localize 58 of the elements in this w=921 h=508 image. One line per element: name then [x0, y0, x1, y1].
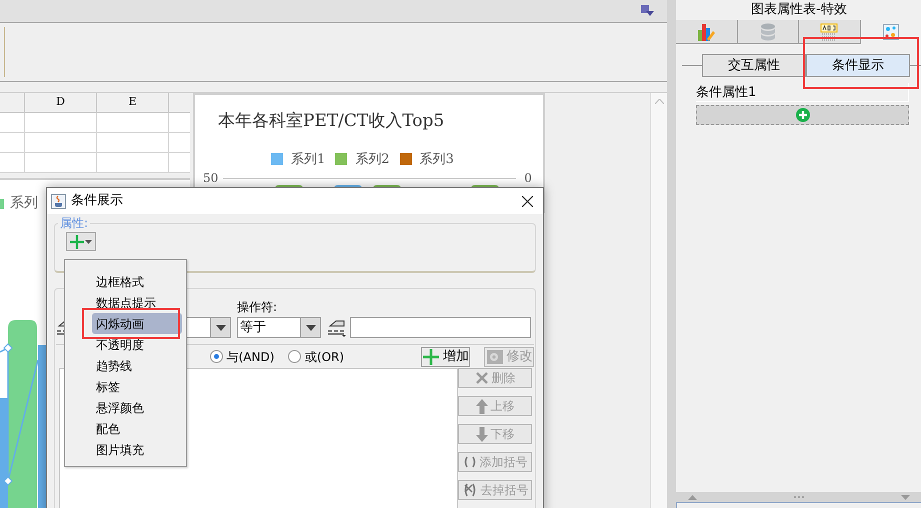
panel-tab[interactable] — [676, 20, 738, 43]
database-icon — [760, 22, 776, 40]
menu-item[interactable]: 悬浮颜色 — [96, 397, 182, 418]
add-condition-button[interactable] — [696, 105, 909, 125]
menu-item[interactable]: 配色 — [96, 418, 182, 439]
dropdown-arrow-button[interactable] — [210, 318, 230, 337]
up-arrow-icon — [476, 398, 488, 414]
close-icon — [474, 371, 488, 385]
menu-item[interactable]: 图片填充 — [96, 439, 182, 460]
panel-tab[interactable] — [738, 20, 799, 43]
chart-title: 本年各科室PET/CT收入Top5 — [218, 110, 446, 133]
menu-item[interactable]: 趋势线 — [96, 355, 182, 376]
legend-label: 系列3 — [420, 150, 454, 168]
menu-item[interactable]: 边框格式 — [96, 271, 182, 292]
label-icon — [820, 22, 838, 40]
group-label: 属性: — [58, 216, 90, 230]
menu-item[interactable]: 标签 — [96, 376, 182, 397]
caret-icon — [306, 324, 316, 330]
plus-icon — [422, 348, 440, 366]
dialog-title: 条件展示 — [71, 192, 123, 210]
panel-title: 图表属性表-特效 — [750, 1, 848, 20]
operator-label: 操作符: — [237, 299, 278, 314]
radio-option[interactable]: 或(OR) — [288, 348, 366, 366]
plus-icon — [70, 234, 84, 248]
legend-label: 系列1 — [291, 150, 326, 168]
dropdown-arrow-button[interactable] — [300, 318, 320, 337]
sub-tab[interactable]: 条件显示 — [806, 54, 910, 77]
panel-tab[interactable] — [799, 20, 860, 43]
section-title: 条件属性1 — [696, 83, 909, 102]
down-triangle-icon — [901, 494, 910, 500]
abc-hand-icon — [327, 318, 347, 336]
gear-icon — [486, 348, 504, 364]
up-caret-icon — [654, 99, 664, 104]
legend-label: 系列 — [10, 194, 38, 213]
caret-icon — [85, 240, 92, 244]
up-triangle-icon — [688, 494, 697, 500]
radio-option[interactable]: 与(AND) — [210, 348, 288, 366]
sub-tab[interactable]: 交互属性 — [702, 54, 806, 77]
column-header[interactable]: D — [25, 93, 97, 112]
bar-chart-pencil-icon — [696, 22, 716, 42]
action-button[interactable]: 增加 — [420, 346, 470, 366]
axis-label: 0 — [524, 170, 532, 187]
caret-icon — [216, 324, 226, 330]
plus-circle-icon — [796, 108, 810, 122]
down-arrow-icon — [476, 426, 488, 442]
parentheses-icon — [462, 456, 476, 468]
operator-combobox[interactable]: 等于 — [237, 317, 321, 338]
axis-label: 50 — [203, 170, 218, 187]
value-input[interactable] — [350, 317, 531, 338]
menu-item[interactable]: 闪烁动画 — [92, 313, 182, 334]
scrollbar[interactable] — [650, 93, 667, 508]
close-icon — [522, 196, 532, 206]
dropdown-icon[interactable] — [641, 5, 654, 16]
java-cup-icon — [51, 194, 66, 208]
legend-label: 系列2 — [355, 150, 390, 168]
column-header[interactable]: E — [97, 93, 169, 112]
crossed-parentheses-icon — [462, 483, 478, 497]
add-dropdown-button[interactable] — [66, 232, 96, 251]
